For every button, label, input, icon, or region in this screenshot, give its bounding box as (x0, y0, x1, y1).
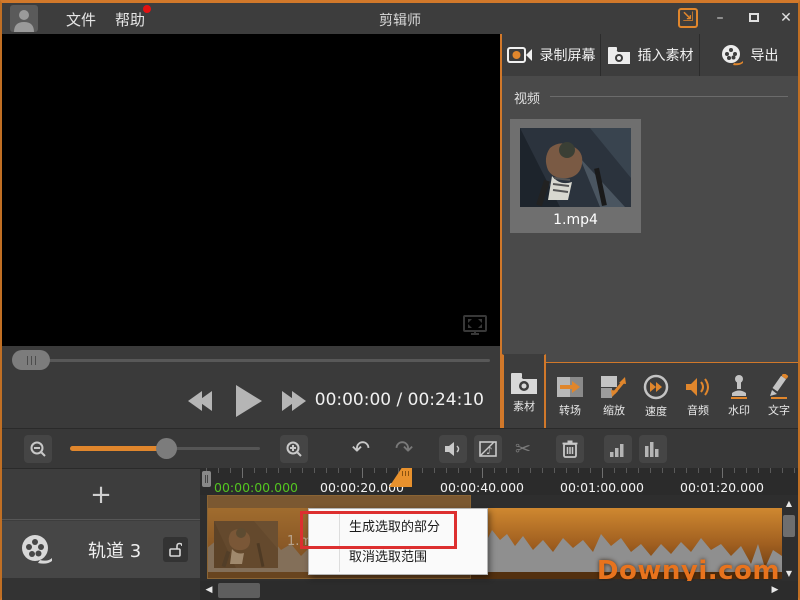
seek-handle[interactable] (12, 350, 50, 370)
tab-material-label: 素材 (513, 398, 535, 414)
tab-transition-label: 转场 (559, 402, 581, 418)
video-preview[interactable] (2, 34, 500, 346)
rewind-button[interactable] (188, 391, 208, 415)
media-thumbnail (520, 128, 631, 207)
vertical-scroll-handle[interactable] (783, 515, 795, 537)
ruler-start-icon (202, 471, 211, 487)
timeline-toolbar: ↶ ↷ ♪ ✂ (2, 428, 798, 468)
insert-material-button[interactable]: 插入素材 (601, 34, 700, 76)
export-button[interactable]: 导出 (700, 34, 798, 76)
tab-audio-label: 音频 (687, 402, 709, 418)
title-bar: 文件 帮助 剪辑师 ⇲ – ✕ (2, 3, 798, 34)
tab-watermark[interactable]: 水印 (720, 363, 758, 429)
maximize-button[interactable] (742, 7, 766, 29)
clip-media-button[interactable]: ♪ (474, 435, 502, 463)
media-item-name: 1.mp4 (510, 212, 641, 228)
scale-arrow-icon (600, 375, 628, 399)
redo-button[interactable]: ↷ (390, 435, 418, 463)
time-display: 00:00:00 / 00:24:10 (315, 390, 484, 410)
promo-icon[interactable]: ⇲ (678, 8, 698, 28)
tab-watermark-label: 水印 (728, 402, 750, 418)
play-button[interactable] (236, 385, 262, 417)
insert-material-label: 插入素材 (638, 45, 694, 65)
undo-button[interactable]: ↶ (347, 435, 375, 463)
track-film-reel-icon (20, 534, 54, 566)
timeline-left-footer (2, 578, 200, 600)
horizontal-scroll-handle[interactable] (218, 583, 260, 598)
seek-track[interactable] (16, 359, 490, 362)
track-name: 轨道 3 (88, 537, 141, 563)
zoom-out-button[interactable] (24, 435, 52, 463)
timeline-area: 00:00:00.000 00:00:20.000 00:00:40.000 0… (200, 468, 798, 600)
zoom-in-button[interactable] (280, 435, 308, 463)
tab-speed[interactable]: 速度 (636, 363, 676, 429)
timeline-zoom-slider[interactable] (70, 447, 260, 450)
minimize-button[interactable]: – (708, 7, 732, 29)
add-track-button[interactable]: + (2, 470, 200, 520)
ruler-label-2: 00:00:40.000 (422, 480, 542, 495)
action-buttons-row: 录制屏幕 插入素材 (502, 34, 798, 76)
red-highlight-annotation (300, 511, 457, 549)
tab-scale[interactable]: 缩放 (594, 363, 634, 429)
text-pencil-icon (767, 374, 791, 399)
track-header[interactable]: 轨道 3 (2, 521, 200, 578)
scroll-right-arrow-icon[interactable]: ▶ (768, 581, 782, 600)
scroll-down-arrow-icon[interactable]: ▼ (782, 568, 796, 580)
watermark-stamp-icon (727, 374, 751, 399)
app-window: 文件 帮助 剪辑师 ⇲ – ✕ 00:00:00 / 00:24:10 (0, 0, 800, 600)
record-screen-label: 录制屏幕 (540, 45, 596, 65)
ruler-label-0: 00:00:00.000 (214, 480, 298, 495)
equalizer-bars-icon-button[interactable] (604, 435, 632, 463)
seek-bar-row (2, 346, 500, 375)
audio-speaker-icon (684, 375, 712, 399)
scroll-left-arrow-icon[interactable]: ◀ (202, 581, 216, 600)
transport-controls: 00:00:00 / 00:24:10 (2, 375, 500, 428)
category-tabs-row: 素材 转场 (502, 362, 798, 428)
delete-button[interactable] (556, 435, 584, 463)
tab-text-label: 文字 (768, 402, 790, 418)
tab-scale-label: 缩放 (603, 402, 625, 418)
slider-fill (70, 446, 165, 451)
maximize-icon (749, 13, 759, 22)
tab-material[interactable]: 素材 (502, 354, 546, 429)
folder-camera-icon (607, 46, 631, 65)
transition-arrow-icon (556, 375, 584, 399)
vertical-scrollbar[interactable]: ▲ ▼ (782, 498, 796, 580)
fullscreen-icon[interactable] (462, 314, 488, 338)
svg-text:♪: ♪ (486, 446, 492, 457)
tab-transition[interactable]: 转场 (550, 363, 590, 429)
ruler-label-4: 00:01:20.000 (662, 480, 782, 495)
scroll-up-arrow-icon[interactable]: ▲ (782, 498, 796, 510)
slider-knob[interactable] (156, 438, 177, 459)
horizontal-scrollbar[interactable]: ◀ ▶ (200, 581, 798, 600)
volume-button[interactable] (439, 435, 467, 463)
timeline-ruler[interactable]: 00:00:00.000 00:00:20.000 00:00:40.000 0… (200, 468, 798, 495)
right-panel: 录制屏幕 插入素材 (500, 34, 798, 428)
media-item-card[interactable]: 1.mp4 (510, 119, 641, 233)
timeline-left-panel: + 轨道 3 (2, 468, 200, 600)
fast-forward-button[interactable] (286, 391, 306, 415)
close-button[interactable]: ✕ (774, 7, 798, 29)
speed-circle-icon (643, 374, 669, 400)
export-label: 导出 (751, 45, 779, 65)
lock-track-button[interactable] (163, 537, 188, 562)
cut-scissors-button[interactable]: ✂ (509, 435, 537, 463)
tab-audio[interactable]: 音频 (678, 363, 718, 429)
tab-text[interactable]: 文字 (760, 363, 798, 429)
library-section-divider (550, 96, 788, 97)
histogram-bars-icon-button[interactable] (639, 435, 667, 463)
tab-speed-label: 速度 (645, 403, 667, 419)
record-camera-icon (507, 46, 533, 64)
ruler-label-3: 00:01:00.000 (542, 480, 662, 495)
record-screen-button[interactable]: 录制屏幕 (502, 34, 601, 76)
library-section-label: 视频 (514, 88, 540, 107)
film-reel-icon (720, 44, 744, 66)
material-folder-camera-icon (509, 371, 539, 395)
